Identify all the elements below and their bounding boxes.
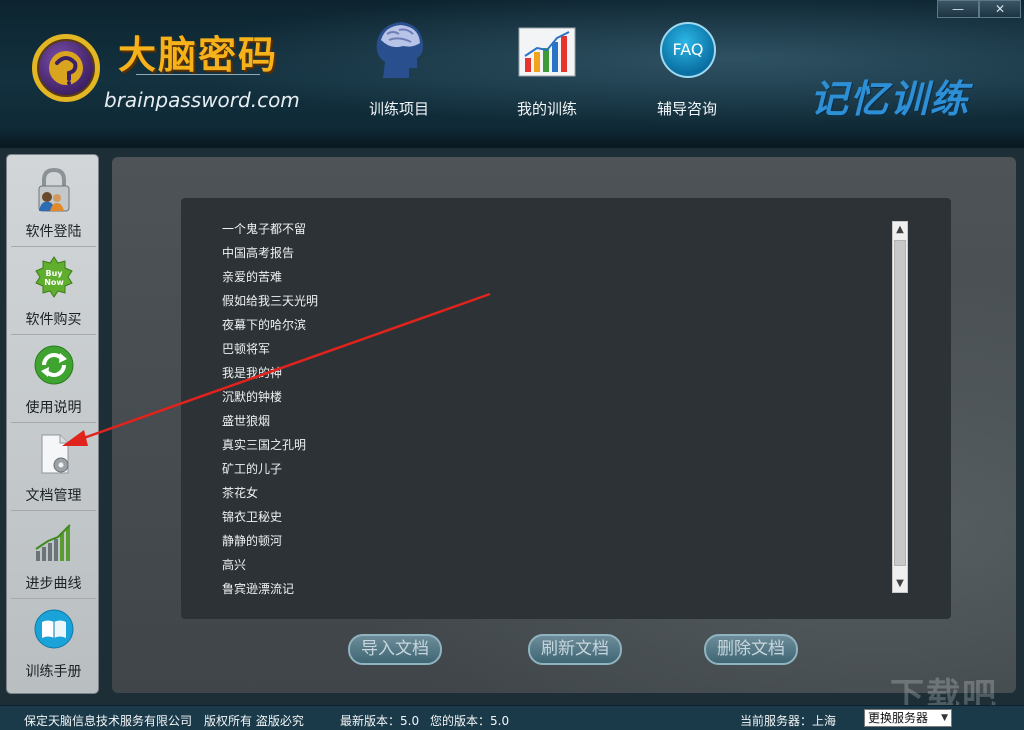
list-item[interactable]: 沉默的钟楼 [222, 386, 862, 410]
status-bar: 保定天脑信息技术服务有限公司 版权所有 盗版必究 最新版本：5.0 您的版本：5… [0, 705, 1024, 730]
nav-my-training[interactable]: 我的训练 [492, 18, 602, 128]
sidebar-item-buy-label: 软件购买 [25, 312, 82, 328]
faq-icon-text: FAQ [660, 22, 716, 78]
bar-chart-icon [517, 18, 577, 82]
sidebar-item-documents[interactable]: 文档管理 [11, 423, 96, 511]
nav-my-training-label: 我的训练 [516, 100, 577, 118]
brain-head-icon [369, 18, 429, 82]
svg-text:Now: Now [44, 278, 64, 287]
sidebar-item-buy[interactable]: Buy Now 软件购买 [11, 247, 96, 335]
logo-title: 大脑密码 [118, 33, 279, 77]
refresh-document-button[interactable]: 刷新文档 [528, 634, 622, 665]
list-item[interactable]: 高兴 [222, 554, 862, 578]
company-name: 保定天脑信息技术服务有限公司 [24, 714, 193, 728]
logo-divider [136, 74, 260, 75]
sidebar-item-login[interactable]: 软件登陆 [11, 159, 96, 247]
nav-training-projects-label: 训练项目 [368, 100, 429, 118]
delete-document-button[interactable]: 删除文档 [704, 634, 798, 665]
sidebar-item-login-label: 软件登陆 [25, 224, 82, 240]
list-item[interactable]: 茶花女 [222, 482, 862, 506]
faq-icon: FAQ [657, 18, 717, 82]
list-item[interactable]: 夜幕下的哈尔滨 [222, 314, 862, 338]
buy-now-icon: Buy Now [33, 255, 75, 301]
copyright-text: 版权所有 盗版必究 [204, 714, 304, 728]
lock-user-icon [33, 167, 75, 213]
nav-training-projects[interactable]: 训练项目 [344, 18, 454, 128]
logo-url: brainpassword.com [104, 88, 300, 112]
svg-text:Buy: Buy [45, 269, 63, 278]
document-list[interactable]: 一个鬼子都不留 中国高考报告 亲爱的苦难 假如给我三天光明 夜幕下的哈尔滨 巴顿… [222, 218, 862, 602]
scrollbar-thumb[interactable] [894, 240, 906, 566]
sidebar-item-guide-label: 使用说明 [25, 400, 82, 416]
document-gear-icon [33, 431, 75, 477]
sidebar-item-progress-label: 进步曲线 [25, 576, 82, 592]
slogan: 记忆训练 [810, 77, 971, 121]
list-item[interactable]: 锦衣卫秘史 [222, 506, 862, 530]
list-item[interactable]: 我是我的神 [222, 362, 862, 386]
list-item[interactable]: 亲爱的苦难 [222, 266, 862, 290]
scroll-up-icon[interactable]: ▲ [893, 222, 907, 238]
list-item[interactable]: 假如给我三天光明 [222, 290, 862, 314]
close-button[interactable]: ✕ [979, 0, 1021, 18]
latest-version: 最新版本：5.0 [340, 714, 420, 728]
book-icon [33, 607, 75, 653]
list-item[interactable]: 中国高考报告 [222, 242, 862, 266]
sidebar-item-documents-label: 文档管理 [25, 488, 82, 504]
sidebar: 软件登陆 Buy Now 软件购买 使用说明 文档管理 进步曲线 训练手册 [6, 154, 99, 694]
server-select-value: 更换服务器 [868, 711, 929, 725]
sidebar-item-manual-label: 训练手册 [25, 664, 82, 680]
brain-logo-icon [32, 34, 100, 102]
list-item[interactable]: 真实三国之孔明 [222, 434, 862, 458]
import-document-button[interactable]: 导入文档 [348, 634, 442, 665]
current-server: 当前服务器：上海 [740, 714, 837, 728]
sidebar-item-guide[interactable]: 使用说明 [11, 335, 96, 423]
list-item[interactable]: 静静的顿河 [222, 530, 862, 554]
scroll-down-icon[interactable]: ▼ [893, 576, 907, 592]
sidebar-item-progress[interactable]: 进步曲线 [11, 511, 96, 599]
sidebar-item-manual[interactable]: 训练手册 [11, 599, 96, 687]
list-item[interactable]: 鲁宾逊漂流记 [222, 578, 862, 602]
minimize-button[interactable]: — [937, 0, 979, 18]
refresh-icon [33, 343, 75, 389]
window-controls: — ✕ [937, 0, 1021, 18]
chevron-down-icon: ▼ [941, 713, 948, 723]
server-select[interactable]: 更换服务器 ▼ [864, 709, 952, 727]
list-item[interactable]: 盛世狼烟 [222, 410, 862, 434]
header: 大脑密码 brainpassword.com 训练项目 我的训练 FAQ 辅导咨… [0, 0, 1024, 148]
list-item[interactable]: 一个鬼子都不留 [222, 218, 862, 242]
list-item[interactable]: 矿工的儿子 [222, 458, 862, 482]
document-list-scrollbar[interactable]: ▲ ▼ [892, 221, 908, 593]
progress-chart-icon [33, 519, 75, 565]
nav-tutoring-label: 辅导咨询 [656, 100, 717, 118]
nav-tutoring[interactable]: FAQ 辅导咨询 [632, 18, 742, 128]
list-item[interactable]: 巴顿将军 [222, 338, 862, 362]
your-version: 您的版本：5.0 [430, 714, 510, 728]
